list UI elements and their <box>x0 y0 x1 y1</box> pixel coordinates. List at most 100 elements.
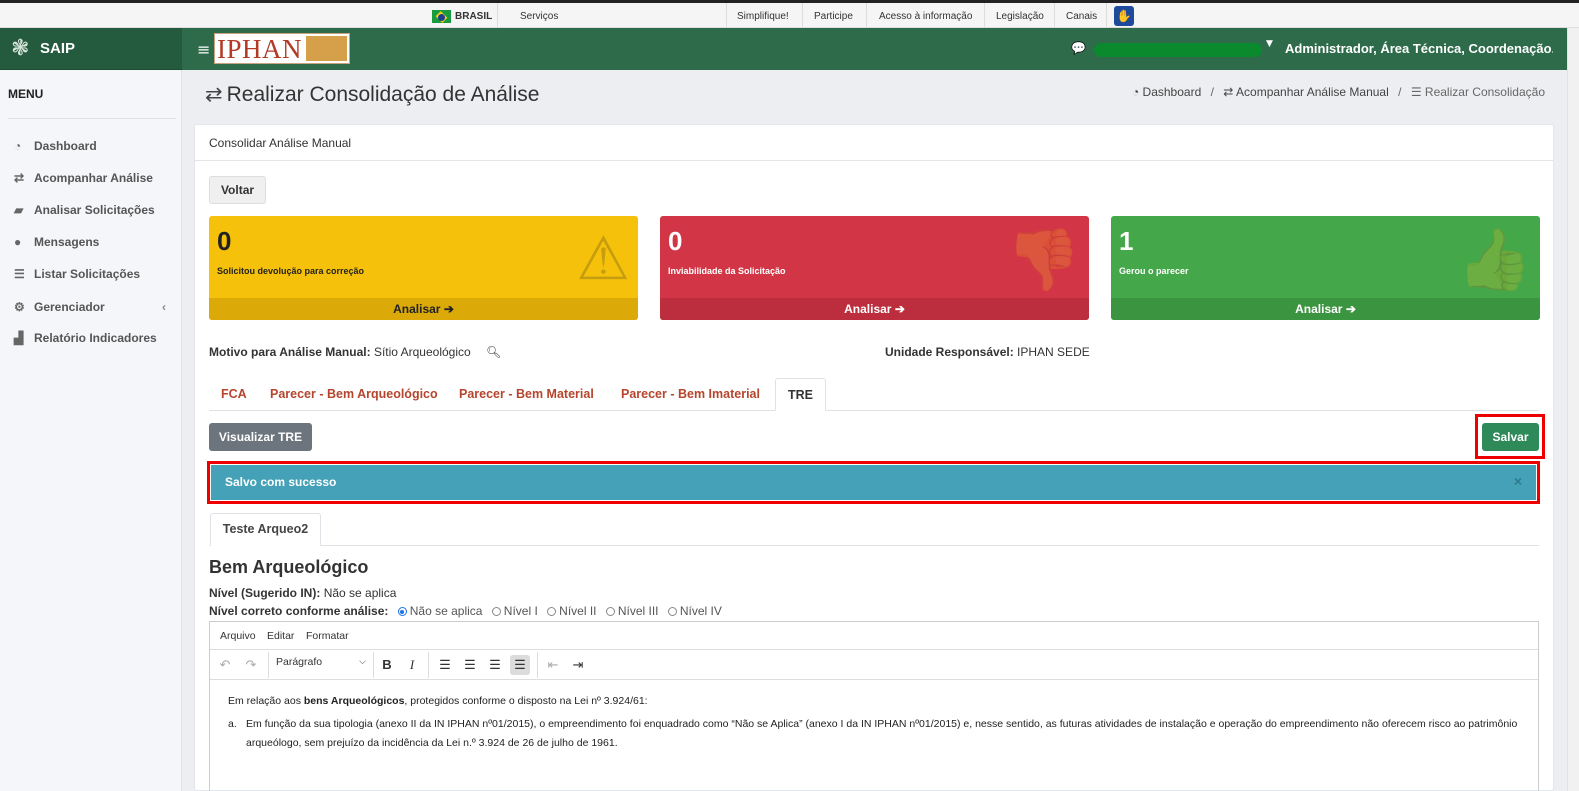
editor-menubar: Arquivo Editar Formatar <box>210 622 1538 650</box>
radio-nivel-ii[interactable]: Nível II <box>547 604 597 618</box>
tab-teste-arqueo2[interactable]: Teste Arqueo2 <box>210 513 321 546</box>
tab-fca[interactable]: FCA <box>221 378 247 411</box>
tabs: FCA Parecer - Bem Arqueológico Parecer -… <box>209 378 1539 411</box>
hamburger-menu-icon[interactable]: ≡ <box>197 40 210 59</box>
analisar-link[interactable]: Analisar ➔ <box>660 298 1089 320</box>
list-item: a. Em função da sua tipologia (anexo II … <box>228 718 1518 749</box>
chevron-down-icon: ⌵ <box>359 656 366 666</box>
rich-text-editor: Arquivo Editar Formatar ↶ ↷ Parágrafo ⌵ … <box>209 621 1539 791</box>
analisar-link[interactable]: Analisar ➔ <box>209 298 638 320</box>
search-icon[interactable]: 🔍︎ <box>486 345 501 359</box>
block-format-select[interactable]: Parágrafo ⌵ <box>276 656 366 668</box>
bold-icon[interactable]: B <box>377 655 397 675</box>
list-icon: ☰ <box>14 267 25 281</box>
sidebar-item-listar-solicitacoes[interactable]: ☰ Listar Solicitações <box>14 267 174 281</box>
menu-arquivo[interactable]: Arquivo <box>220 630 256 642</box>
top-header: ❃ SAIP ≡ IPHAN 💬 ▼ Administrador, Área T… <box>0 28 1567 70</box>
book-icon: ▰ <box>14 203 24 217</box>
radio-nao-se-aplica[interactable]: Não se aplica <box>397 604 482 618</box>
menu-formatar[interactable]: Formatar <box>306 630 349 642</box>
radio-nivel-iv[interactable]: Nível IV <box>667 604 722 618</box>
info-box-parecer: 1 Gerou o parecer 👍 Analisar ➔ <box>1111 216 1540 320</box>
sidebar: MENU ◔ Dashboard ⇄ Acompanhar Análise ▰ Ana… <box>0 70 182 791</box>
arrow-circle-right-icon: ➔ <box>894 302 905 316</box>
gov-link-servicos[interactable]: Serviços <box>520 11 558 22</box>
box-count: 0 <box>217 226 232 256</box>
box-label: Solicitou devolução para correção <box>217 266 365 276</box>
card-header: Consolidar Análise Manual <box>195 125 1553 161</box>
sidebar-item-mensagens[interactable]: ● Mensagens <box>14 235 174 249</box>
tab-parecer-arqueologico[interactable]: Parecer - Bem Arqueológico <box>270 378 438 411</box>
box-count: 1 <box>1119 226 1134 256</box>
box-label: Gerou o parecer <box>1119 266 1189 276</box>
breadcrumb-acompanhar[interactable]: Acompanhar Análise Manual <box>1236 85 1389 99</box>
comments-icon: ● <box>14 235 22 249</box>
gov-link-participe[interactable]: Participe <box>814 11 853 22</box>
tab-tre[interactable]: TRE <box>775 378 826 411</box>
thumbs-up-icon: 👍 <box>1457 225 1532 295</box>
brazil-flag-icon <box>432 10 451 23</box>
country-label: BRASIL <box>455 11 493 22</box>
scrollbar[interactable] <box>1567 28 1579 791</box>
tachometer-icon: ◔ <box>1131 85 1140 99</box>
redacted-field <box>1094 43 1262 57</box>
italic-icon[interactable]: I <box>402 655 422 675</box>
radio-nivel-iii[interactable]: Nível III <box>605 604 659 618</box>
sidebar-item-relatorio-indicadores[interactable]: ▟ Relatório Indicadores <box>14 331 174 345</box>
warning-icon: ⚠ <box>576 224 630 294</box>
tree-logo-icon: ❃ <box>11 36 30 61</box>
user-menu[interactable]: Administrador, Área Técnica, Coordenação… <box>1285 41 1553 56</box>
indent-icon[interactable]: ⇥ <box>568 655 588 675</box>
editor-content[interactable]: Em relação aos bens Arqueológicos, prote… <box>228 692 1523 753</box>
outdent-icon[interactable]: ⇤ <box>543 655 563 675</box>
align-left-icon[interactable]: ☰ <box>435 655 455 675</box>
area-chart-icon: ▟ <box>14 331 24 345</box>
breadcrumb-dashboard[interactable]: Dashboard <box>1143 85 1202 99</box>
exchange-icon: ⇄ <box>205 83 223 106</box>
analisar-link[interactable]: Analisar ➔ <box>1111 298 1540 320</box>
breadcrumb-current: Realizar Consolidação <box>1424 85 1545 99</box>
info-box-inviabilidade: 0 Inviabilidade da Solicitação 👎 Analisa… <box>660 216 1089 320</box>
page-title: ⇄ Realizar Consolidação de Análise <box>205 83 540 106</box>
arrow-circle-right-icon: ➔ <box>443 302 454 316</box>
gov-link-canais[interactable]: Canais <box>1066 11 1097 22</box>
thumbs-down-icon: 👎 <box>1006 225 1081 295</box>
sidebar-item-gerenciador[interactable]: ⚙ Gerenciador ‹ <box>14 300 174 314</box>
hand-icon[interactable]: ✋ <box>1114 6 1134 26</box>
nivel-sugerido: Nível (Sugerido IN): Não se aplica <box>209 586 397 600</box>
alert-message: Salvo com sucesso <box>225 475 337 489</box>
gov-link-simplifique[interactable]: Simplifique! <box>737 11 789 22</box>
sidebar-item-acompanhar-analise[interactable]: ⇄ Acompanhar Análise <box>14 171 174 185</box>
gov-link-acesso[interactable]: Acesso à informação <box>879 11 972 22</box>
exchange-icon: ⇄ <box>14 171 25 185</box>
close-icon[interactable]: × <box>1514 473 1522 489</box>
gov-link-legislacao[interactable]: Legislação <box>996 11 1044 22</box>
arrow-circle-right-icon: ➔ <box>1345 302 1356 316</box>
brand[interactable]: ❃ SAIP <box>0 28 182 70</box>
back-button[interactable]: Voltar <box>209 176 266 204</box>
menu-editar[interactable]: Editar <box>267 630 294 642</box>
align-center-icon[interactable]: ☰ <box>460 655 480 675</box>
tab-parecer-material[interactable]: Parecer - Bem Material <box>459 378 594 411</box>
tab-parecer-imaterial[interactable]: Parecer - Bem Imaterial <box>621 378 760 411</box>
chat-icon[interactable]: 💬 <box>1071 41 1086 55</box>
chevron-left-icon: ‹ <box>162 300 166 314</box>
save-button[interactable]: Salvar <box>1482 423 1539 451</box>
sidebar-item-dashboard[interactable]: ◔ Dashboard <box>14 139 174 153</box>
visualizar-tre-button[interactable]: Visualizar TRE <box>209 423 312 451</box>
box-count: 0 <box>668 226 683 256</box>
info-box-devolucao: 0 Solicitou devolução para correção ⚠ An… <box>209 216 638 320</box>
radio-nivel-i[interactable]: Nível I <box>491 604 538 618</box>
nivel-correto: Nível correto conforme análise: Não se a… <box>209 604 722 618</box>
exchange-icon: ⇄ <box>1223 85 1234 99</box>
iphan-logo: IPHAN <box>214 33 350 64</box>
iphan-logo-emblem <box>306 36 347 61</box>
redo-icon[interactable]: ↷ <box>241 655 261 675</box>
undo-icon[interactable]: ↶ <box>215 655 235 675</box>
breadcrumb: ◔ Dashboard / ⇄ Acompanhar Análise Manua… <box>1131 85 1545 99</box>
align-justify-icon[interactable]: ☰ <box>510 655 530 675</box>
tachometer-icon: ◔ <box>14 139 22 153</box>
align-right-icon[interactable]: ☰ <box>485 655 505 675</box>
caret-down-icon[interactable]: ▼ <box>1266 39 1273 49</box>
sidebar-item-analisar-solicitacoes[interactable]: ▰ Analisar Solicitações <box>14 203 174 217</box>
